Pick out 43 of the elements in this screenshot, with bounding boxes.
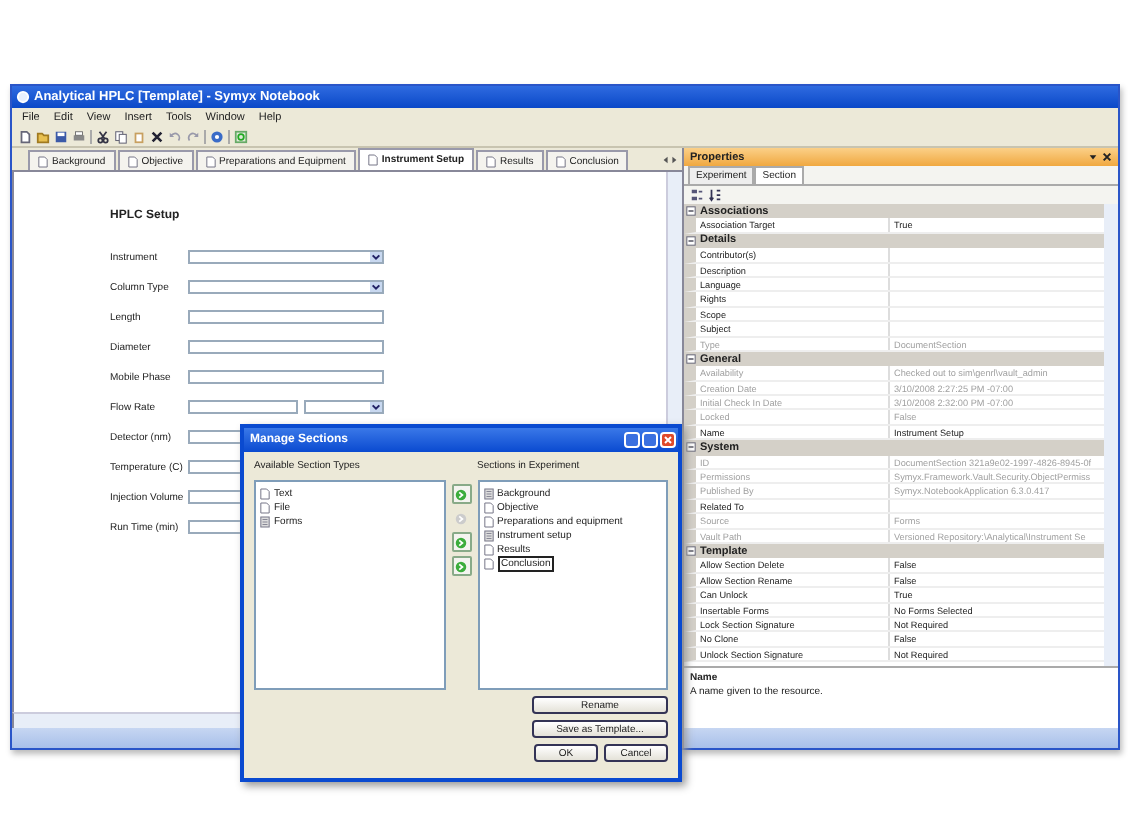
input-field[interactable] [188, 310, 384, 324]
vertical-scrollbar[interactable] [1104, 204, 1118, 666]
input-field[interactable] [188, 340, 384, 354]
page-icon [127, 155, 138, 167]
page-icon [367, 154, 378, 166]
app-icon [16, 90, 30, 104]
collapse-icon[interactable] [686, 442, 696, 453]
delete-icon[interactable] [150, 129, 164, 143]
form-icon [483, 487, 493, 499]
dropdown-arrow-icon [370, 252, 382, 262]
form-icon [483, 529, 493, 541]
arrow-button[interactable] [451, 532, 471, 552]
arrow-button[interactable] [451, 484, 471, 504]
dropdown-field[interactable] [188, 280, 384, 294]
arrow-button[interactable] [451, 556, 471, 576]
form-icon [260, 515, 270, 527]
collapse-icon[interactable] [686, 235, 696, 246]
scissors-icon[interactable] [96, 129, 110, 143]
page-icon [555, 155, 566, 167]
sort-icon[interactable] [708, 188, 722, 202]
maximize-button[interactable] [642, 432, 658, 448]
collapse-icon[interactable] [686, 206, 696, 217]
folder-icon[interactable] [36, 129, 50, 143]
close-icon[interactable] [1102, 152, 1112, 162]
redo-icon[interactable] [186, 129, 200, 143]
input-field[interactable] [188, 370, 384, 384]
dropdown-arrow-icon[interactable] [1088, 152, 1098, 162]
printer-icon[interactable] [72, 129, 86, 143]
categorized-icon[interactable] [690, 188, 704, 202]
copy-icon[interactable] [114, 129, 128, 143]
help-icon[interactable] [210, 129, 224, 143]
collapse-icon[interactable] [686, 546, 696, 557]
dropdown-arrow-icon [370, 402, 382, 412]
close-button[interactable] [660, 432, 676, 448]
minimize-button[interactable] [624, 432, 640, 448]
input-field[interactable] [188, 400, 298, 414]
dropdown-arrow-icon [370, 282, 382, 292]
dropdown-field[interactable] [188, 250, 384, 264]
page-icon [205, 155, 216, 167]
scroll-arrows-icon[interactable] [662, 156, 678, 164]
collapse-icon[interactable] [686, 354, 696, 365]
dropdown-field[interactable] [304, 400, 384, 414]
page-icon [486, 155, 497, 167]
